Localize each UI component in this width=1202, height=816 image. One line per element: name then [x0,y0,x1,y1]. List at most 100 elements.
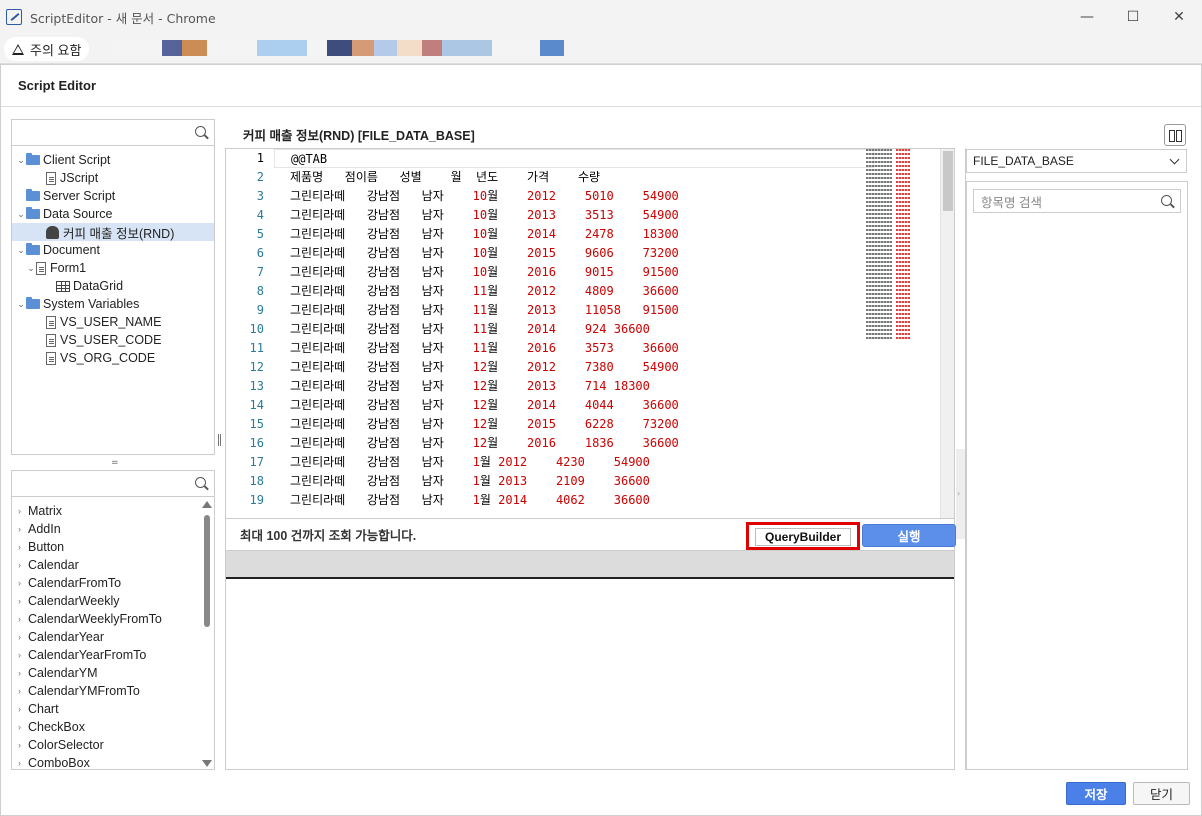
tree-item[interactable]: DataGrid [12,277,214,295]
code-line[interactable]: 제품명 점이름 성별 월 년도 가격 수량 [274,168,874,187]
code-line[interactable]: 그린티라떼 강남점 남자 10 월 2015 9606 73200 [274,244,874,263]
code-line[interactable]: 그린티라떼 강남점 남자 12 월 2013 714 18300 [274,377,874,396]
close-window-button[interactable]: ✕ [1156,0,1202,34]
code-line[interactable]: @@TAB [274,149,874,168]
component-scrollbar[interactable] [202,499,212,769]
tree-item[interactable]: ⌄ Data Source [12,205,214,223]
tree-item[interactable]: ⌄ Client Script [12,151,214,169]
code-line[interactable]: 그린티라떼 강남점 남자 12 월 2015 6228 73200 [274,415,874,434]
tree-item[interactable]: ⌄ System Variables [12,295,214,313]
code-line[interactable]: 그린티라떼 강남점 남자 1월 2012 4230 54900 [274,453,874,472]
tree-item[interactable]: ⌄ Form1 [12,259,214,277]
code-line[interactable]: 그린티라떼 강남점 남자 10 월 2014 2478 18300 [274,225,874,244]
editor-scroll-thumb[interactable] [943,151,953,211]
component-search-input[interactable] [12,471,214,497]
folder-icon [26,297,40,309]
component-item[interactable]: › Chart [12,700,214,718]
component-item[interactable]: › CalendarWeeklyFromTo [12,610,214,628]
search-icon[interactable] [195,126,206,137]
code-minimap[interactable] [866,149,920,349]
code-line[interactable]: 그린티라떼 강남점 남자 11 월 2016 3573 36600 [274,339,874,358]
minimap-line [866,153,920,156]
field-search-input[interactable]: 항목명 검색 [973,189,1181,213]
component-item[interactable]: › ComboBox [12,754,214,769]
code-line[interactable]: 그린티라떼 강남점 남자 10 월 2016 9015 91500 [274,263,874,282]
editor-scrollbar[interactable] [940,149,954,518]
component-item[interactable]: › Button [12,538,214,556]
line-number: 10 [249,322,264,336]
component-item[interactable]: › CalendarYear [12,628,214,646]
code-line[interactable]: 그린티라떼 강남점 남자 11 월 2012 4809 36600 [274,282,874,301]
save-button[interactable]: 저장 [1066,782,1126,805]
tree-item[interactable]: VS_USER_NAME [12,313,214,331]
scroll-up-icon[interactable] [202,501,212,508]
vertical-splitter[interactable] [218,434,221,446]
code-line[interactable]: 그린티라떼 강남점 남자 10 월 2013 3513 54900 [274,206,874,225]
folder-icon [26,243,40,255]
component-item[interactable]: › CalendarYearFromTo [12,646,214,664]
search-icon[interactable] [195,477,206,488]
url-field[interactable] [112,40,564,56]
chevron-down-icon[interactable]: ⌄ [16,299,26,310]
tree-search-input[interactable] [12,120,214,146]
component-item[interactable]: › Calendar [12,556,214,574]
component-item-label: AddIn [28,522,61,536]
minimap-line [866,249,920,252]
code-line[interactable]: 그린티라떼 강남점 남자 11 월 2013 11058 91500 [274,301,874,320]
minimize-button[interactable]: — [1064,0,1110,34]
chevron-down-icon[interactable]: ⌄ [26,263,36,274]
querybuilder-button[interactable]: QueryBuilder [755,528,851,546]
tree-item[interactable]: VS_ORG_CODE [12,349,214,367]
component-item-label: Button [28,540,65,554]
minimap-line [866,161,920,164]
datasource-select[interactable]: FILE_DATA_BASE [966,149,1187,173]
code-line[interactable]: 그린티라떼 강남점 남자 11 월 2014 924 36600 [274,320,874,339]
code-editor[interactable]: 1 2 3 4 5 6 7 8 9 10 11 12 13 14 15 16 17 18 19 @@TAB 제품명 점… [225,148,955,519]
component-item[interactable]: › CalendarYM [12,664,214,682]
horizontal-splitter[interactable]: = [111,458,119,468]
code-line[interactable]: 그린티라떼 강남점 남자 1월 2013 2109 36600 [274,472,874,491]
tree-item[interactable]: ⌄ Document [12,241,214,259]
minimap-text [866,229,892,231]
component-item[interactable]: › ColorSelector [12,736,214,754]
right-panel-collapse-handle[interactable]: › [956,449,965,539]
component-item[interactable]: › Matrix [12,502,214,520]
code-text: 그린티라떼 강남점 남자 [290,189,473,203]
code-text: 월 [487,322,499,336]
component-item[interactable]: › AddIn [12,520,214,538]
code-line[interactable]: 그린티라떼 강남점 남자 12 월 2016 1836 36600 [274,434,874,453]
component-item[interactable]: › CalendarFromTo [12,574,214,592]
chevron-down-icon[interactable]: ⌄ [16,155,26,166]
tree-item[interactable]: 커피 매출 정보(RND) [12,223,214,241]
search-icon[interactable] [1161,195,1172,206]
minimap-line [866,269,920,272]
security-warning-chip[interactable]: 주의 요함 [4,37,90,61]
chevron-right-icon: › [18,668,21,678]
maximize-button[interactable]: ☐ [1110,0,1156,34]
tree-item[interactable]: JScript [12,169,214,187]
code-line[interactable]: 그린티라떼 강남점 남자 1월 2014 4062 36600 [274,491,874,510]
code-lines[interactable]: @@TAB 제품명 점이름 성별 월 년도 가격 수량 그린티라떼 강남점 남자 1… [274,149,874,518]
code-number: 10 [472,208,488,222]
chevron-right-icon: › [18,650,21,660]
code-line[interactable]: 그린티라떼 강남점 남자 10 월 2012 5010 54900 [274,187,874,206]
chevron-down-icon[interactable]: ⌄ [16,245,26,256]
editor-title: 커피 매출 정보(RND) [FILE_DATA_BASE] [243,128,475,143]
scroll-down-icon[interactable] [202,760,212,767]
chevron-down-icon[interactable]: ⌄ [16,209,26,220]
scroll-thumb[interactable] [204,515,210,627]
code-number: 2014 2478 18300 [498,227,679,241]
component-item[interactable]: › CheckBox [12,718,214,736]
minimap-line [866,217,920,220]
code-line[interactable]: 그린티라떼 강남점 남자 12 월 2012 7380 54900 [274,358,874,377]
window-title: ScriptEditor - 새 문서 - Chrome [30,10,216,26]
tree-item[interactable]: Server Script [12,187,214,205]
code-line[interactable]: 그린티라떼 강남점 남자 12 월 2014 4044 36600 [274,396,874,415]
close-button[interactable]: 닫기 [1133,782,1190,805]
panel-layout-toggle-icon[interactable] [1164,124,1186,146]
component-item[interactable]: › CalendarWeekly [12,592,214,610]
run-button[interactable]: 실행 [862,524,956,547]
component-item[interactable]: › CalendarYMFromTo [12,682,214,700]
minimap-line [866,181,920,184]
tree-item[interactable]: VS_USER_CODE [12,331,214,349]
